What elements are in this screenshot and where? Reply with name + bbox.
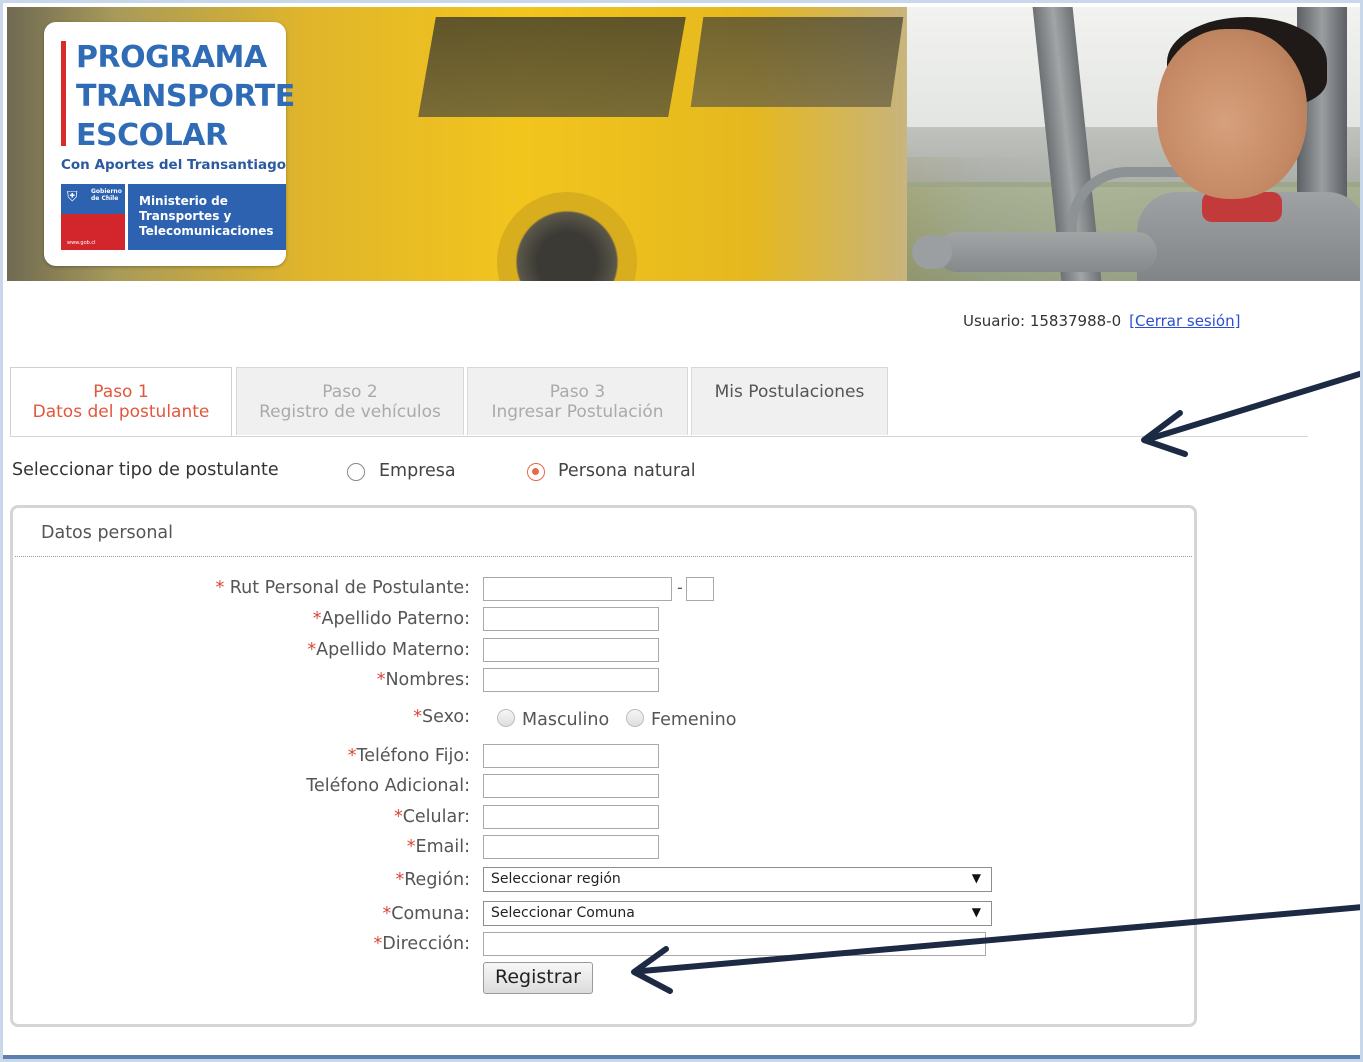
tab-paso-3[interactable]: Paso 3 Ingresar Postulación xyxy=(467,367,688,435)
label-email: *Email: xyxy=(406,837,470,857)
ministry-label: Ministerio de Transportes y Telecomunica… xyxy=(128,184,286,250)
panel-separator xyxy=(15,556,1192,557)
label-apellido-paterno: *Apellido Paterno: xyxy=(312,609,470,629)
registrar-button[interactable]: Registrar xyxy=(483,962,593,994)
user-session: Usuario: 15837988-0 [Cerrar sesión] xyxy=(963,312,1240,330)
tab-divider xyxy=(10,436,1308,437)
chevron-down-icon: ▼ xyxy=(971,871,981,885)
bus-window xyxy=(418,17,686,117)
child-hand xyxy=(912,235,952,269)
rut-separator: - xyxy=(677,578,683,597)
tab-mis-postulaciones[interactable]: Mis Postulaciones xyxy=(691,367,888,435)
email-input[interactable] xyxy=(483,835,659,859)
applicant-type-label: Seleccionar tipo de postulante xyxy=(12,460,279,480)
rut-input[interactable] xyxy=(483,577,672,601)
radio-empresa[interactable] xyxy=(347,463,365,481)
celular-input[interactable] xyxy=(483,805,659,829)
label-comuna: *Comuna: xyxy=(382,904,470,924)
apellido-paterno-input[interactable] xyxy=(483,607,659,631)
gov-url: www.gob.cl xyxy=(67,240,96,246)
label-celular: *Celular: xyxy=(393,807,470,827)
label-sexo: *Sexo: xyxy=(413,707,470,727)
gobierno-logo: ⛨ Gobierno de Chile www.gob.cl xyxy=(61,184,125,250)
label-rut: * Rut Personal de Postulante: xyxy=(215,578,470,598)
bus-wheel xyxy=(497,192,637,281)
rut-dv-input[interactable] xyxy=(686,577,714,601)
telefono-fijo-input[interactable] xyxy=(483,744,659,768)
label-direccion: *Dirección: xyxy=(373,934,470,954)
shield-icon: ⛨ xyxy=(67,189,78,205)
radio-femenino-label: Femenino xyxy=(651,710,737,730)
program-logo: PROGRAMA TRANSPORTE ESCOLAR Con Aportes … xyxy=(44,22,295,266)
footer-bar xyxy=(0,1055,1363,1062)
radio-persona-natural-label: Persona natural xyxy=(558,461,696,481)
nombres-input[interactable] xyxy=(483,668,659,692)
label-apellido-materno: *Apellido Materno: xyxy=(307,640,470,660)
user-id: Usuario: 15837988-0 xyxy=(963,312,1122,330)
apellido-materno-input[interactable] xyxy=(483,638,659,662)
bus-window xyxy=(690,17,904,107)
annotation-arrow-icon xyxy=(631,904,1363,994)
radio-persona-natural[interactable] xyxy=(527,463,545,481)
logo-subtitle: Con Aportes del Transantiago xyxy=(61,157,287,173)
radio-empresa-label: Empresa xyxy=(379,461,456,481)
logo-title: PROGRAMA TRANSPORTE ESCOLAR xyxy=(76,40,295,153)
child-arm xyxy=(937,232,1157,272)
radio-masculino-label: Masculino xyxy=(522,710,610,730)
label-telefono-fijo: *Teléfono Fijo: xyxy=(347,746,470,766)
tab-paso-1[interactable]: Paso 1 Datos del postulante xyxy=(10,367,232,437)
tab-paso-2[interactable]: Paso 2 Registro de vehículos xyxy=(236,367,464,435)
annotation-arrow-icon xyxy=(1141,370,1363,457)
logout-link[interactable]: [Cerrar sesión] xyxy=(1129,312,1240,330)
radio-masculino[interactable] xyxy=(497,709,515,727)
logo-accent-bar xyxy=(61,41,66,146)
label-telefono-adicional: Teléfono Adicional: xyxy=(306,776,470,796)
panel-title: Datos personal xyxy=(41,523,174,543)
telefono-adicional-input[interactable] xyxy=(483,774,659,798)
region-select-value: Seleccionar región xyxy=(491,871,621,887)
label-region: *Región: xyxy=(395,870,470,890)
radio-femenino[interactable] xyxy=(626,709,644,727)
child-face xyxy=(1157,29,1307,199)
region-select[interactable]: Seleccionar región ▼ xyxy=(483,867,992,892)
label-nombres: *Nombres: xyxy=(376,670,470,690)
comuna-select-value: Seleccionar Comuna xyxy=(491,905,635,921)
gov-label: Gobierno de Chile xyxy=(91,188,122,202)
